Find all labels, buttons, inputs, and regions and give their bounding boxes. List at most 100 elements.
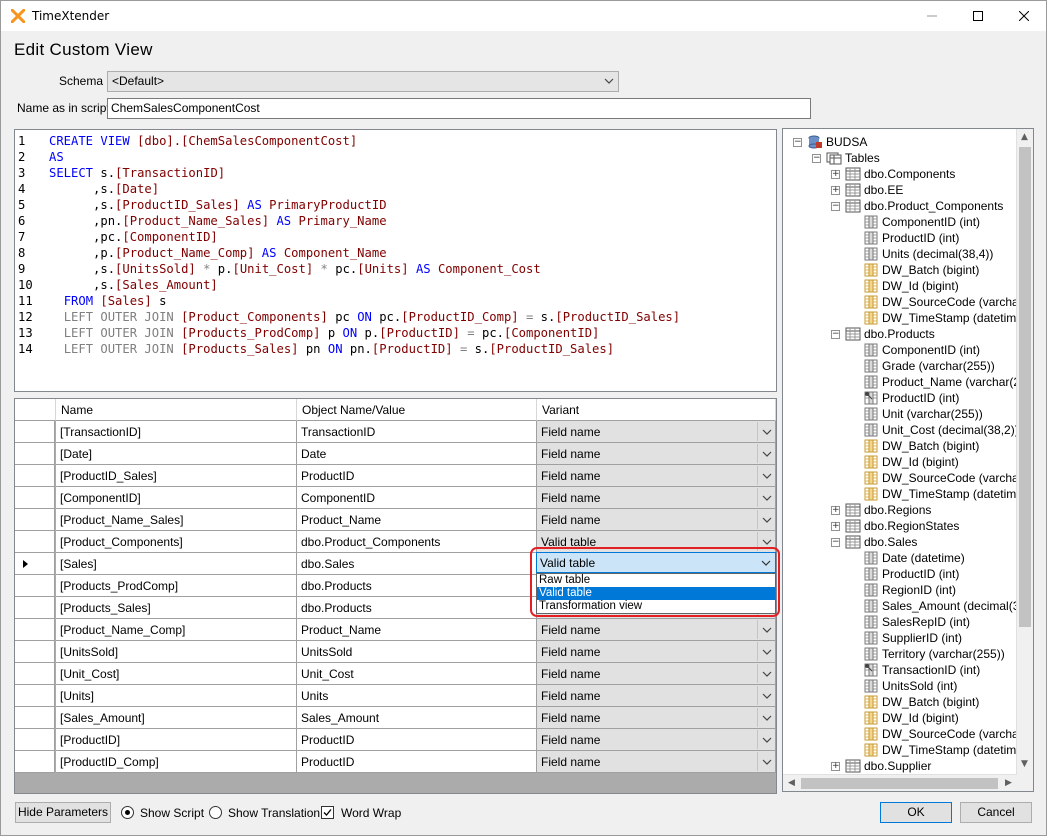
tree-node[interactable]: DW_TimeStamp (datetime) bbox=[863, 486, 1027, 502]
row-header[interactable] bbox=[15, 751, 55, 773]
show-translation-radio[interactable] bbox=[209, 806, 222, 819]
tree-node[interactable]: Tables bbox=[826, 150, 880, 166]
tree-node[interactable]: DW_TimeStamp (datetime) bbox=[863, 310, 1027, 326]
table-row[interactable]: [Product_Name_Comp] Product_Name Field nam… bbox=[15, 619, 776, 641]
cell-name[interactable]: [Sales] bbox=[56, 553, 297, 575]
variant-dropdown-button[interactable] bbox=[757, 752, 775, 771]
row-header[interactable] bbox=[15, 443, 55, 465]
tree-node[interactable]: dbo.RegionStates bbox=[845, 518, 959, 534]
variant-dropdown-open[interactable]: Valid table bbox=[536, 552, 776, 573]
dropdown-button[interactable] bbox=[757, 553, 775, 572]
word-wrap-checkbox[interactable] bbox=[321, 806, 334, 819]
cell-object-value[interactable]: ComponentID bbox=[297, 487, 537, 509]
show-script-radio[interactable] bbox=[121, 806, 134, 819]
tree-node[interactable]: DW_Id (bigint) bbox=[863, 278, 959, 294]
hide-parameters-button[interactable]: Hide Parameters bbox=[15, 802, 111, 823]
tree-node[interactable]: TransactionID (int) bbox=[863, 662, 980, 678]
table-row[interactable]: [Product_Name_Sales] Product_Name Field na… bbox=[15, 509, 776, 531]
tree-node[interactable]: RegionID (int) bbox=[863, 582, 956, 598]
dropdown-option-transformation-view[interactable]: Transformation view bbox=[537, 600, 775, 613]
table-row[interactable]: [ProductID_Sales] ProductID Field name bbox=[15, 465, 776, 487]
cell-object-value[interactable]: Unit_Cost bbox=[297, 663, 537, 685]
row-header[interactable] bbox=[15, 465, 55, 487]
cell-name[interactable]: [Products_Sales] bbox=[56, 597, 297, 619]
tree-node[interactable]: dbo.Supplier bbox=[845, 758, 931, 774]
cell-variant[interactable]: Field name bbox=[537, 509, 776, 531]
tree-node[interactable]: ProductID (int) bbox=[863, 230, 959, 246]
table-row[interactable]: [Units] Units Field name bbox=[15, 685, 776, 707]
cell-object-value[interactable]: dbo.Product_Components bbox=[297, 531, 537, 553]
cell-variant[interactable]: Field name bbox=[537, 663, 776, 685]
close-button[interactable] bbox=[1001, 1, 1047, 31]
tree-node[interactable]: SalesRepID (int) bbox=[863, 614, 970, 630]
cell-name[interactable]: [Product_Components] bbox=[56, 531, 297, 553]
cell-name[interactable]: [Sales_Amount] bbox=[56, 707, 297, 729]
collapse-icon[interactable]: − bbox=[831, 202, 840, 211]
dropdown-option-valid-table[interactable]: Valid table bbox=[537, 587, 775, 600]
tree-node[interactable]: DW_SourceCode (varchar(15)) bbox=[863, 726, 1033, 742]
cell-name[interactable]: [Date] bbox=[56, 443, 297, 465]
row-header[interactable] bbox=[15, 641, 55, 663]
row-header[interactable] bbox=[15, 553, 55, 575]
cell-variant[interactable]: Field name bbox=[537, 729, 776, 751]
cell-object-value[interactable]: ProductID bbox=[297, 751, 537, 773]
tree-node[interactable]: dbo.Product_Components bbox=[845, 198, 1003, 214]
table-row[interactable]: [Unit_Cost] Unit_Cost Field name bbox=[15, 663, 776, 685]
table-row[interactable]: [ProductID] ProductID Field name bbox=[15, 729, 776, 751]
cell-name[interactable]: [ProductID] bbox=[56, 729, 297, 751]
table-row[interactable]: [ProductID_Comp] ProductID Field name bbox=[15, 751, 776, 773]
cell-object-value[interactable]: ProductID bbox=[297, 729, 537, 751]
row-header[interactable] bbox=[15, 707, 55, 729]
tree-node[interactable]: BUDSA bbox=[807, 134, 867, 150]
collapse-icon[interactable]: − bbox=[812, 154, 821, 163]
variant-dropdown-button[interactable] bbox=[757, 510, 775, 529]
cell-object-value[interactable]: UnitsSold bbox=[297, 641, 537, 663]
row-header[interactable] bbox=[15, 421, 55, 443]
tree-node[interactable]: SupplierID (int) bbox=[863, 630, 962, 646]
scroll-right-icon[interactable]: ▶ bbox=[1005, 778, 1012, 788]
cell-object-value[interactable]: dbo.Products bbox=[297, 597, 537, 619]
tree-node[interactable]: Grade (varchar(255)) bbox=[863, 358, 995, 374]
variant-dropdown-button[interactable] bbox=[757, 708, 775, 727]
row-header[interactable] bbox=[15, 663, 55, 685]
cell-name[interactable]: [Unit_Cost] bbox=[56, 663, 297, 685]
tree-node[interactable]: DW_Id (bigint) bbox=[863, 454, 959, 470]
tree-node[interactable]: Date (datetime) bbox=[863, 550, 965, 566]
expand-icon[interactable]: + bbox=[831, 522, 840, 531]
tree-node[interactable]: Sales_Amount (decimal(38,2)) bbox=[863, 598, 1033, 614]
schema-select[interactable]: <Default> bbox=[107, 71, 619, 92]
tree-node[interactable]: Product_Name (varchar(255)) bbox=[863, 374, 1033, 390]
maximize-button[interactable] bbox=[955, 1, 1001, 31]
tree-horizontal-scrollbar[interactable]: ◀ ▶ bbox=[783, 774, 1017, 791]
scroll-up-icon[interactable]: ▲ bbox=[1021, 132, 1028, 142]
tree-node[interactable]: ComponentID (int) bbox=[863, 342, 980, 358]
collapse-icon[interactable]: − bbox=[793, 138, 802, 147]
vertical-scroll-thumb[interactable] bbox=[1019, 147, 1031, 627]
table-row[interactable]: [Sales_Amount] Sales_Amount Field name bbox=[15, 707, 776, 729]
scroll-left-icon[interactable]: ◀ bbox=[788, 778, 795, 788]
cell-name[interactable]: [Product_Name_Sales] bbox=[56, 509, 297, 531]
variant-dropdown-button[interactable] bbox=[757, 642, 775, 661]
cell-name[interactable]: [Products_ProdComp] bbox=[56, 575, 297, 597]
variant-dropdown-button[interactable] bbox=[757, 444, 775, 463]
cell-name[interactable]: [ProductID_Sales] bbox=[56, 465, 297, 487]
tree-node[interactable]: DW_Id (bigint) bbox=[863, 710, 959, 726]
expand-icon[interactable]: + bbox=[831, 506, 840, 515]
table-row[interactable]: [UnitsSold] UnitsSold Field name bbox=[15, 641, 776, 663]
scroll-down-icon[interactable]: ▼ bbox=[1021, 759, 1028, 769]
column-header-variant[interactable]: Variant bbox=[537, 399, 776, 421]
cell-variant[interactable]: Field name bbox=[537, 487, 776, 509]
tree-node[interactable]: dbo.Products bbox=[845, 326, 935, 342]
cell-name[interactable]: [UnitsSold] bbox=[56, 641, 297, 663]
tree-node[interactable]: DW_SourceCode (varchar(15)) bbox=[863, 470, 1033, 486]
cell-object-value[interactable]: Sales_Amount bbox=[297, 707, 537, 729]
variant-dropdown-button[interactable] bbox=[757, 730, 775, 749]
tree-node[interactable]: dbo.Regions bbox=[845, 502, 931, 518]
cell-object-value[interactable]: ProductID bbox=[297, 465, 537, 487]
horizontal-scroll-thumb[interactable] bbox=[801, 778, 998, 789]
row-header[interactable] bbox=[15, 575, 55, 597]
cell-object-value[interactable]: dbo.Products bbox=[297, 575, 537, 597]
tree-node[interactable]: Territory (varchar(255)) bbox=[863, 646, 1005, 662]
cell-name[interactable]: [TransactionID] bbox=[56, 421, 297, 443]
row-header[interactable] bbox=[15, 509, 55, 531]
